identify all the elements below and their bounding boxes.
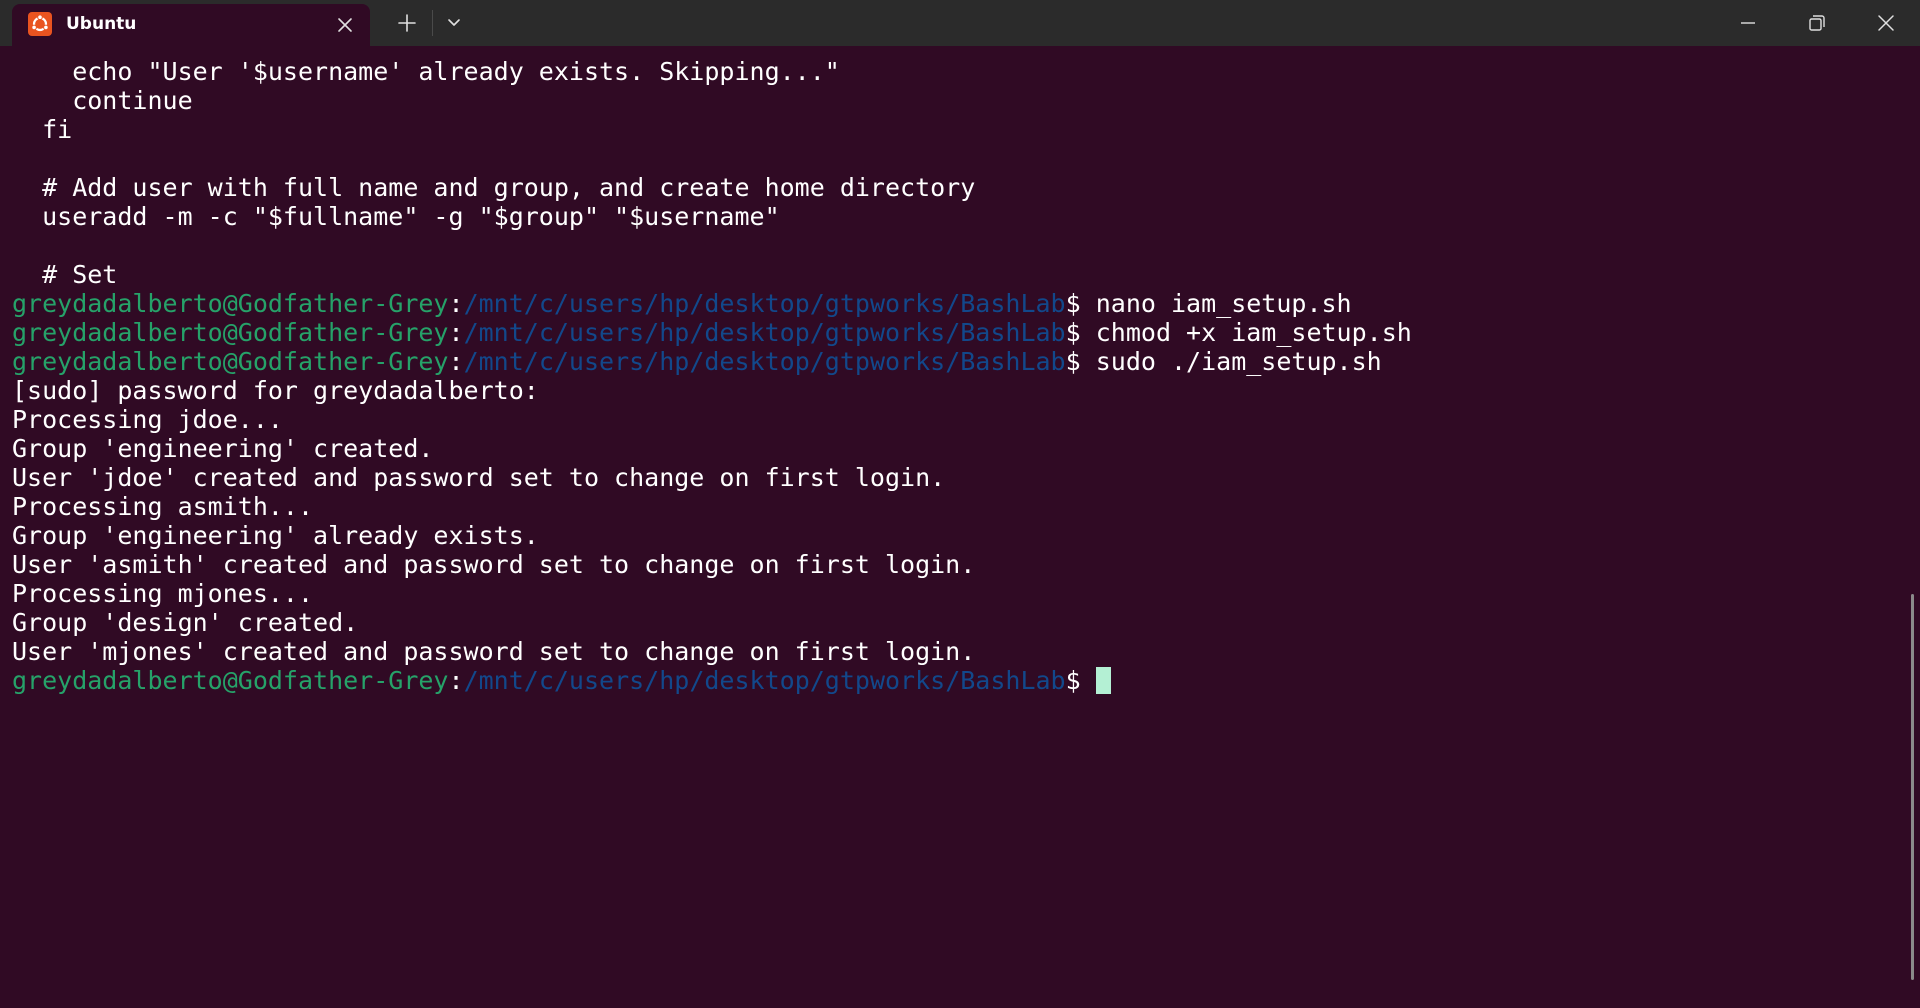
scrollbar-thumb[interactable] — [1911, 594, 1914, 980]
prompt-path: /mnt/c/users/hp/desktop/gtpworks/BashLab — [463, 318, 1066, 347]
prompt-separator: : — [448, 318, 464, 347]
prompt-separator: : — [448, 347, 464, 376]
close-icon — [1878, 15, 1894, 31]
output-line: fi — [12, 115, 73, 144]
output-line: # Add user with full name and group, and… — [12, 173, 976, 202]
terminal-lines: echo "User '$username' already exists. S… — [12, 57, 1412, 695]
restore-button[interactable] — [1788, 0, 1844, 46]
output-line: # Set — [12, 260, 118, 289]
output-line: Group 'engineering' created. — [12, 434, 434, 463]
terminal-output[interactable]: echo "User '$username' already exists. S… — [0, 46, 1906, 1008]
ubuntu-logo-icon — [28, 12, 52, 36]
prompt-symbol: $ — [1065, 666, 1081, 695]
prompt-line: greydadalberto@Godfather-Grey:/mnt/c/use… — [12, 289, 1412, 318]
prompt-command: chmod +x iam_setup.sh — [1080, 318, 1412, 347]
prompt-symbol: $ — [1065, 289, 1081, 318]
scrollbar[interactable] — [1906, 46, 1920, 1008]
prompt-user: greydadalberto@Godfather-Grey — [12, 318, 449, 347]
prompt-user: greydadalberto@Godfather-Grey — [12, 347, 449, 376]
terminal-cursor — [1095, 667, 1111, 694]
prompt-line: greydadalberto@Godfather-Grey:/mnt/c/use… — [12, 318, 1412, 347]
prompt-user: greydadalberto@Godfather-Grey — [12, 666, 449, 695]
close-window-button[interactable] — [1856, 0, 1916, 46]
prompt-path: /mnt/c/users/hp/desktop/gtpworks/BashLab — [463, 289, 1066, 318]
chevron-down-icon — [448, 19, 460, 26]
minimize-button[interactable] — [1720, 0, 1776, 46]
output-line: Group 'engineering' already exists. — [12, 521, 539, 550]
prompt-user: greydadalberto@Godfather-Grey — [12, 289, 449, 318]
prompt-symbol: $ — [1065, 347, 1081, 376]
output-line: Processing mjones... — [12, 579, 314, 608]
title-bar: Ubuntu — [0, 0, 1920, 46]
prompt-path: /mnt/c/users/hp/desktop/gtpworks/BashLab — [463, 347, 1066, 376]
minimize-icon — [1741, 22, 1755, 24]
output-line: continue — [12, 86, 193, 115]
prompt-path: /mnt/c/users/hp/desktop/gtpworks/BashLab — [463, 666, 1066, 695]
prompt-command: nano iam_setup.sh — [1080, 289, 1352, 318]
titlebar-divider — [432, 10, 433, 36]
output-line: echo "User '$username' already exists. S… — [12, 57, 840, 86]
new-tab-button[interactable] — [390, 0, 424, 46]
output-line: [sudo] password for greydadalberto: — [12, 376, 539, 405]
prompt-separator: : — [448, 666, 464, 695]
prompt-separator: : — [448, 289, 464, 318]
tab-title: Ubuntu — [66, 14, 137, 34]
output-line: User 'mjones' created and password set t… — [12, 637, 976, 666]
plus-icon — [398, 14, 416, 32]
prompt-line: greydadalberto@Godfather-Grey:/mnt/c/use… — [12, 666, 1412, 695]
tab-ubuntu[interactable]: Ubuntu — [12, 4, 370, 46]
output-line: Group 'design' created. — [12, 608, 359, 637]
prompt-symbol: $ — [1065, 318, 1081, 347]
prompt-line: greydadalberto@Godfather-Grey:/mnt/c/use… — [12, 347, 1412, 376]
output-line: Processing asmith... — [12, 492, 314, 521]
tab-close-icon[interactable] — [330, 10, 360, 40]
output-line: User 'asmith' created and password set t… — [12, 550, 976, 579]
prompt-command: sudo ./iam_setup.sh — [1080, 347, 1382, 376]
terminal-window: Ubuntu echo "User '$username' already ex… — [0, 0, 1920, 1008]
restore-icon — [1809, 15, 1825, 31]
output-line: useradd -m -c "$fullname" -g "$group" "$… — [12, 202, 780, 231]
output-line: Processing jdoe... — [12, 405, 283, 434]
tab-dropdown-button[interactable] — [440, 0, 468, 46]
output-line: User 'jdoe' created and password set to … — [12, 463, 946, 492]
